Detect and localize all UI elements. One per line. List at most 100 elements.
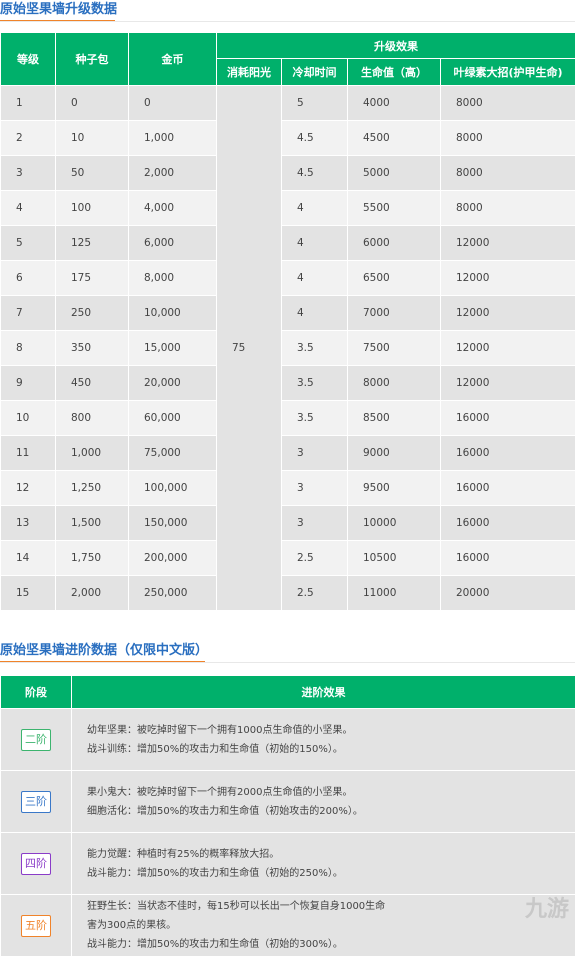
upgrade-table: 等级 种子包 金币 升级效果 消耗阳光 冷却时间 生命值（高） 叶绿素大招(护甲… [0,32,575,611]
cell-plant-food: 12000 [441,226,575,261]
cell-gold: 150,000 [129,506,217,541]
cell-cooldown: 3.5 [282,401,348,436]
header-upgrade-effect: 升级效果 [217,33,575,59]
cell-health: 8500 [348,401,441,436]
cell-cooldown: 4 [282,296,348,331]
header-sun-cost: 消耗阳光 [217,59,282,86]
cell-gold: 15,000 [129,331,217,366]
cell-level: 12 [1,471,56,506]
cell-health: 5000 [348,156,441,191]
cell-plant-food: 8000 [441,191,575,226]
effect-line: 战斗能力：增加50%的攻击力和生命值（初始的250%）。 [87,864,575,883]
table-row: 三阶果小鬼大：被吃掉时留下一个拥有2000点生命值的小坚果。细胞活化：增加50%… [1,771,575,833]
cell-gold: 4,000 [129,191,217,226]
table-row: 五阶狂野生长：当状态不佳时，每15秒可以长出一个恢复自身1000生命害为300点… [1,895,575,957]
header-health: 生命值（高） [348,59,441,86]
cell-sun-cost: 75 [217,86,282,611]
cell-health: 6500 [348,261,441,296]
cell-health: 4500 [348,121,441,156]
cell-gold: 20,000 [129,366,217,401]
effect-line: 战斗能力：增加50%的攻击力和生命值（初始的300%）。 [87,935,575,954]
cell-level: 13 [1,506,56,541]
cell-gold: 8,000 [129,261,217,296]
cell-gold: 6,000 [129,226,217,261]
effect-line: 幼年坚果：被吃掉时留下一个拥有1000点生命值的小坚果。 [87,721,575,740]
cell-seed-pack: 350 [56,331,129,366]
cell-cooldown: 2.5 [282,541,348,576]
cell-health: 10500 [348,541,441,576]
cell-seed-pack: 125 [56,226,129,261]
cell-level: 7 [1,296,56,331]
header-plant-food: 叶绿素大招(护甲生命) [441,59,575,86]
table-row: 51256,000 4600012000 [1,226,575,261]
cell-gold: 250,000 [129,576,217,611]
table-row: 152,000250,0002.51100020000 [1,576,575,611]
cell-health: 9000 [348,436,441,471]
cell-gold: 2,000 [129,156,217,191]
table-row: 10075540008000 [1,86,575,121]
cell-cooldown: 3.5 [282,366,348,401]
effect-line: 细胞活化：增加50%的攻击力和生命值（初始攻击的200%）。 [87,802,575,821]
table-row: 四阶能力觉醒：种植时有25%的概率释放大招。战斗能力：增加50%的攻击力和生命值… [1,833,575,895]
cell-plant-food: 12000 [441,261,575,296]
table-row: 41004,000455008000 [1,191,575,226]
cell-health: 9500 [348,471,441,506]
table-row: 61758,0004650012000 [1,261,575,296]
cell-level: 11 [1,436,56,471]
cell-cooldown: 3 [282,436,348,471]
cell-health: 6000 [348,226,441,261]
cell-health: 7000 [348,296,441,331]
cell-seed-pack: 100 [56,191,129,226]
table-row: 725010,0004700012000 [1,296,575,331]
header-level: 等级 [1,33,56,86]
cell-seed-pack: 175 [56,261,129,296]
upgrade-section-title: 原始坚果墙升级数据 [0,0,117,22]
cell-gold: 200,000 [129,541,217,576]
header-seed-pack: 种子包 [56,33,129,86]
cell-level: 5 [1,226,56,261]
cell-advance-effect: 狂野生长：当状态不佳时，每15秒可以长出一个恢复自身1000生命害为300点的果… [72,895,575,957]
stage-badge: 三阶 [21,791,51,813]
cell-cooldown: 5 [282,86,348,121]
cell-seed-pack: 10 [56,121,129,156]
stage-badge: 五阶 [21,915,51,937]
table-row: 945020,0003.5800012000 [1,366,575,401]
cell-level: 3 [1,156,56,191]
table-row: 2101,000 4.545008000 [1,121,575,156]
effect-line: 害为300点的果核。 [87,916,575,935]
cell-level: 2 [1,121,56,156]
cell-gold: 1,000 [129,121,217,156]
stage-badge: 二阶 [21,729,51,751]
cell-plant-food: 12000 [441,331,575,366]
cell-stage: 三阶 [1,771,72,833]
cell-plant-food: 8000 [441,121,575,156]
cell-cooldown: 2.5 [282,576,348,611]
cell-plant-food: 8000 [441,156,575,191]
cell-cooldown: 3 [282,471,348,506]
header-cooldown: 冷却时间 [282,59,348,86]
cell-plant-food: 16000 [441,471,575,506]
cell-level: 8 [1,331,56,366]
cell-level: 9 [1,366,56,401]
cell-cooldown: 4.5 [282,121,348,156]
cell-level: 15 [1,576,56,611]
watermark-logo: 九游 [525,891,569,923]
cell-gold: 100,000 [129,471,217,506]
cell-cooldown: 3.5 [282,331,348,366]
cell-gold: 0 [129,86,217,121]
cell-plant-food: 16000 [441,506,575,541]
cell-level: 6 [1,261,56,296]
cell-seed-pack: 450 [56,366,129,401]
cell-health: 4000 [348,86,441,121]
table-row: 131,500150,00031000016000 [1,506,575,541]
section-divider [0,21,575,22]
cell-cooldown: 4 [282,226,348,261]
cell-plant-food: 12000 [441,296,575,331]
advance-section-title-text: 原始坚果墙进阶数据（仅限中文版） [0,643,208,658]
cell-gold: 60,000 [129,401,217,436]
section-divider [0,662,575,663]
cell-health: 5500 [348,191,441,226]
cell-plant-food: 16000 [441,436,575,471]
stage-badge: 四阶 [21,853,51,875]
cell-gold: 10,000 [129,296,217,331]
